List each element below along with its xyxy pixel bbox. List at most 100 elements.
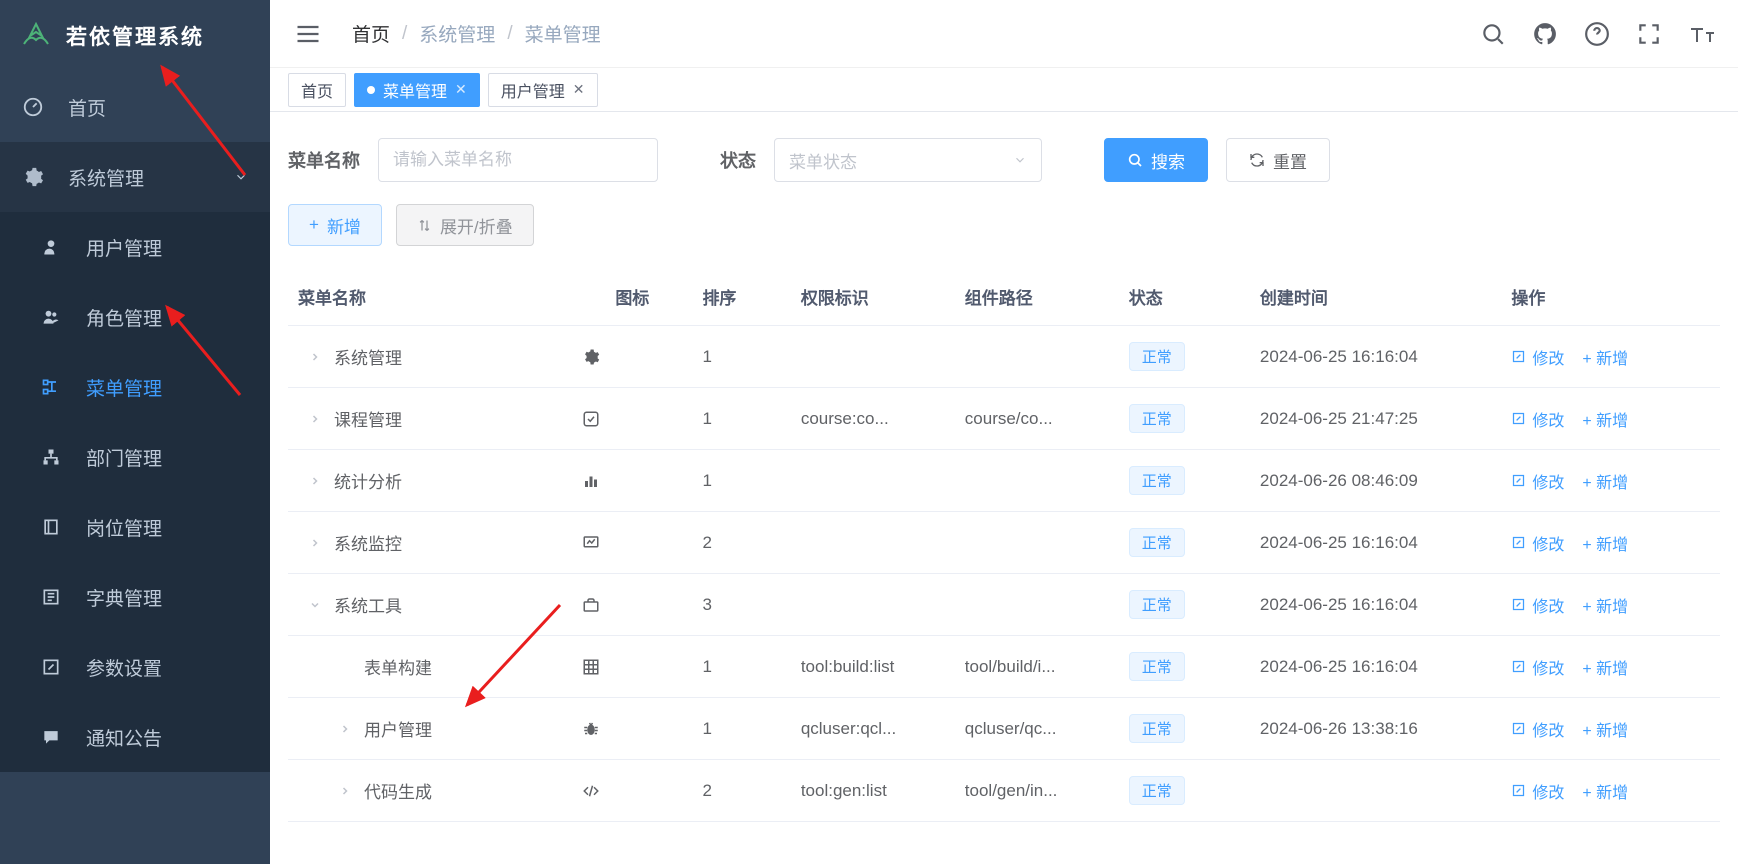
sidebar-item-home[interactable]: 首页 [0,72,270,142]
perm-cell [791,512,955,574]
edit-link[interactable]: 修改 [1511,593,1564,617]
comp-cell: tool/build/i... [955,636,1119,698]
people-icon [40,306,62,328]
sort-cell: 1 [692,326,790,388]
tab-user[interactable]: 用户管理 ✕ [488,73,598,107]
refresh-icon [1249,152,1265,168]
menu-name-label: 菜单名称 [288,147,360,173]
add-link[interactable]: + 新增 [1582,407,1628,431]
table-row: 系统工具3正常2024-06-25 16:16:04修改+ 新增 [288,574,1720,636]
menu-name-input[interactable] [378,138,658,182]
add-link[interactable]: + 新增 [1582,593,1628,617]
help-icon[interactable] [1584,21,1610,47]
close-icon[interactable]: ✕ [573,81,585,98]
search-icon[interactable] [1480,21,1506,47]
tab-menu[interactable]: 菜单管理 ✕ [354,73,480,107]
tabs-bar: 首页 菜单管理 ✕ 用户管理 ✕ [270,68,1738,112]
menu-name-cell: 表单构建 [364,654,432,679]
th-icon: 图标 [572,268,692,326]
tree-expand-icon[interactable] [338,722,352,736]
status-badge: 正常 [1129,528,1185,557]
sidebar-item-roles[interactable]: 角色管理 [0,282,270,352]
table-row: 课程管理1course:co...course/co...正常2024-06-2… [288,388,1720,450]
edit-icon [40,656,62,678]
sidebar-item-label: 角色管理 [86,304,162,331]
edit-link[interactable]: 修改 [1511,655,1564,679]
tree-expand-icon[interactable] [308,536,322,550]
toolbox-icon [582,596,682,614]
tree-expand-icon[interactable] [308,598,322,612]
table-row: 统计分析1正常2024-06-26 08:46:09修改+ 新增 [288,450,1720,512]
tree-expand-icon[interactable] [308,412,322,426]
edit-link[interactable]: 修改 [1511,531,1564,555]
status-select[interactable]: 菜单状态 [774,138,1042,182]
actions-row: + 新增 展开/折叠 [288,204,1720,246]
sidebar-item-config[interactable]: 参数设置 [0,632,270,702]
edit-link[interactable]: 修改 [1511,345,1564,369]
expand-collapse-button[interactable]: 展开/折叠 [396,204,534,246]
status-badge: 正常 [1129,776,1185,805]
hamburger-icon[interactable] [294,20,322,48]
tree-icon [40,376,62,398]
fullscreen-icon[interactable] [1636,21,1662,47]
menu-name-cell: 课程管理 [334,406,402,431]
reset-button[interactable]: 重置 [1226,138,1330,182]
edit-link[interactable]: 修改 [1511,469,1564,493]
edit-link[interactable]: 修改 [1511,779,1564,803]
th-perm: 权限标识 [791,268,955,326]
add-link[interactable]: + 新增 [1582,717,1628,741]
breadcrumb-sys[interactable]: 系统管理 [419,20,495,47]
monitor-icon [582,534,682,552]
menu-name-cell: 系统监控 [334,530,402,555]
add-link[interactable]: + 新增 [1582,779,1628,803]
add-link[interactable]: + 新增 [1582,655,1628,679]
sort-cell: 1 [692,636,790,698]
sidebar-item-label: 字典管理 [86,584,162,611]
add-link[interactable]: + 新增 [1582,345,1628,369]
sidebar-item-dept[interactable]: 部门管理 [0,422,270,492]
time-cell: 2024-06-25 16:16:04 [1250,512,1501,574]
sidebar-item-label: 首页 [68,94,106,121]
button-label: 搜索 [1151,148,1185,173]
bug-icon [582,720,682,738]
add-button[interactable]: + 新增 [288,204,382,246]
sidebar-item-system[interactable]: 系统管理 [0,142,270,212]
perm-cell [791,450,955,512]
status-badge: 正常 [1129,590,1185,619]
perm-cell: tool:build:list [791,636,955,698]
table-row: 用户管理1qcluser:qcl...qcluser/qc...正常2024-0… [288,698,1720,760]
sidebar-item-label: 菜单管理 [86,374,162,401]
tree-expand-icon[interactable] [308,474,322,488]
close-icon[interactable]: ✕ [455,81,467,98]
add-link[interactable]: + 新增 [1582,469,1628,493]
sidebar-item-users[interactable]: 用户管理 [0,212,270,282]
search-button[interactable]: 搜索 [1104,138,1208,182]
th-ops: 操作 [1501,268,1720,326]
button-label: 展开/折叠 [440,213,513,238]
menu-name-cell: 代码生成 [364,778,432,803]
status-badge: 正常 [1129,466,1185,495]
bar-icon [582,472,682,490]
comp-cell: course/co... [955,388,1119,450]
gear-icon [22,166,44,188]
sidebar-item-notice[interactable]: 通知公告 [0,702,270,772]
menu-name-cell: 系统管理 [334,344,402,369]
sidebar-item-post[interactable]: 岗位管理 [0,492,270,562]
edit-link[interactable]: 修改 [1511,407,1564,431]
sidebar-menu: 首页 系统管理 用户管理 角色管理 菜单管理 部门管理 [0,72,270,864]
breadcrumb-home[interactable]: 首页 [352,20,390,47]
grid-icon [582,658,682,676]
tree-expand-icon[interactable] [308,350,322,364]
add-link[interactable]: + 新增 [1582,531,1628,555]
edit-link[interactable]: 修改 [1511,717,1564,741]
sidebar-item-menus[interactable]: 菜单管理 [0,352,270,422]
menu-table: 菜单名称 图标 排序 权限标识 组件路径 状态 创建时间 操作 系统管理1正常2… [288,268,1720,822]
tree-expand-icon[interactable] [338,784,352,798]
tab-home[interactable]: 首页 [288,73,346,107]
status-badge: 正常 [1129,404,1185,433]
github-icon[interactable] [1532,21,1558,47]
comp-cell: qcluser/qc... [955,698,1119,760]
sidebar-item-dict[interactable]: 字典管理 [0,562,270,632]
sidebar-item-label: 用户管理 [86,234,162,261]
fontsize-icon[interactable] [1688,21,1714,47]
